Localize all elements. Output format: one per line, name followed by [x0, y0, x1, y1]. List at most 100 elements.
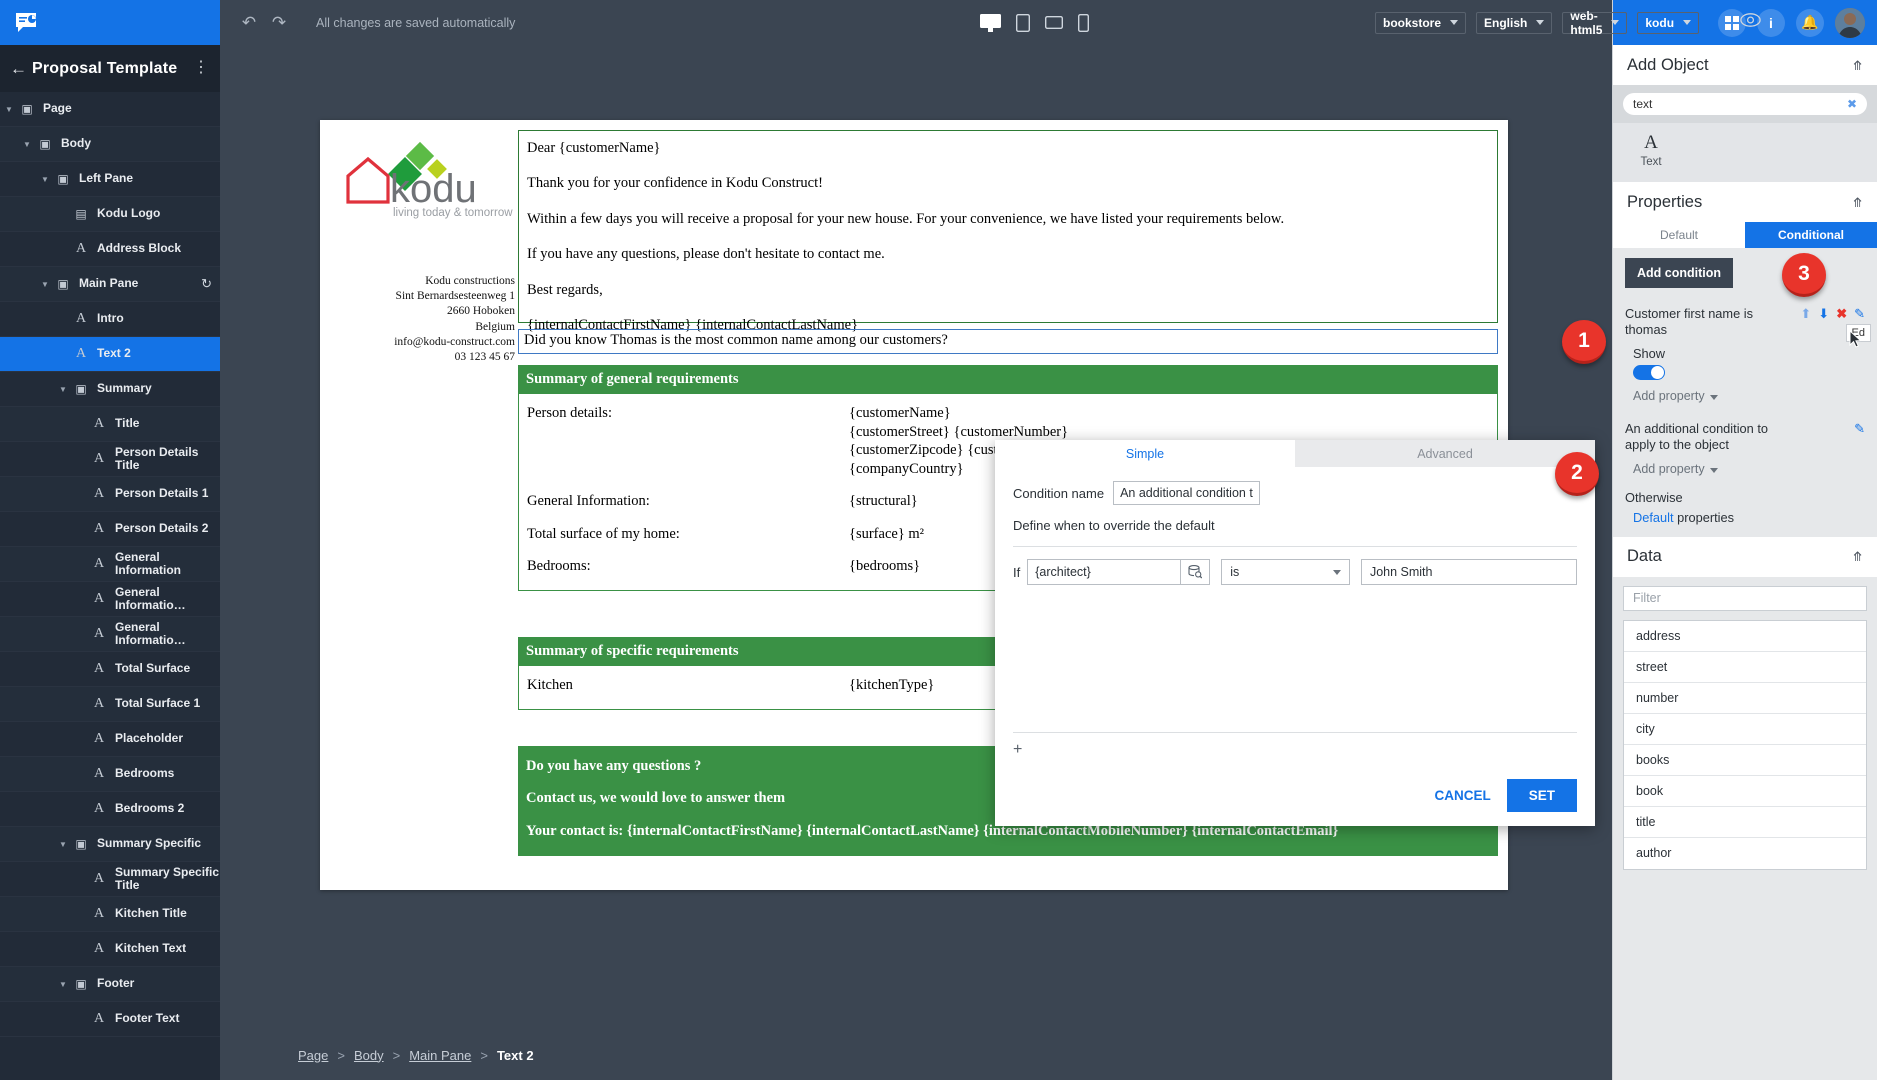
desktop-icon[interactable]: [980, 13, 1001, 32]
chevron-down-icon[interactable]: ▼: [18, 140, 36, 149]
add-property-2[interactable]: Add property: [1633, 462, 1865, 476]
collapse-icon[interactable]: ⤊: [1852, 550, 1863, 563]
text-object-icon[interactable]: A Text: [1623, 132, 1679, 168]
data-field-item[interactable]: books: [1624, 745, 1866, 776]
plus-icon[interactable]: +: [1013, 732, 1577, 759]
chevron-down-icon[interactable]: ▼: [36, 175, 54, 184]
move-down-icon[interactable]: ⬇: [1818, 306, 1829, 322]
delete-icon[interactable]: ✖: [1836, 306, 1847, 322]
undo-icon[interactable]: ↶: [234, 13, 264, 33]
tree-item-page[interactable]: ▼ ▣ Page: [0, 92, 220, 127]
tree-item-placeholder[interactable]: A Placeholder: [0, 722, 220, 757]
chevron-down-icon[interactable]: ▼: [0, 105, 18, 114]
tree-item-kodu-logo[interactable]: ▤ Kodu Logo: [0, 197, 220, 232]
add-property-1[interactable]: Add property: [1633, 389, 1865, 403]
chevron-down-icon[interactable]: ▼: [54, 840, 72, 849]
tree-item-label: Bedrooms 2: [115, 801, 185, 816]
add-condition-button[interactable]: Add condition: [1625, 258, 1734, 288]
condition-name-input[interactable]: An additional condition t: [1113, 481, 1260, 505]
compare-value-input[interactable]: John Smith: [1360, 559, 1577, 585]
tree-item-text-2[interactable]: A Text 2: [0, 337, 220, 372]
info-icon[interactable]: i: [1757, 8, 1785, 37]
breadcrumb-link[interactable]: Page: [298, 1048, 328, 1063]
tree-item-person-details-2[interactable]: A Person Details 2: [0, 512, 220, 547]
search-input[interactable]: text ✖: [1623, 93, 1867, 115]
show-toggle[interactable]: [1633, 364, 1665, 380]
data-field-item[interactable]: number: [1624, 683, 1866, 714]
app-logo[interactable]: [0, 0, 220, 45]
tree-item-summary-specific[interactable]: ▼ ▣ Summary Specific: [0, 827, 220, 862]
if-field-input[interactable]: {architect}: [1027, 559, 1182, 585]
tree-item-address-block[interactable]: A Address Block: [0, 232, 220, 267]
address-block[interactable]: Kodu constructions Sint Bernardsesteenweg…: [330, 274, 515, 365]
tab-default[interactable]: Default: [1613, 222, 1745, 248]
modal-tab-advanced[interactable]: Advanced: [1295, 440, 1595, 467]
modal-tab-simple[interactable]: Simple: [995, 440, 1295, 467]
data-field-item[interactable]: author: [1624, 838, 1866, 869]
tree-item-person-details-title[interactable]: A Person Details Title: [0, 442, 220, 477]
condition-editor-modal[interactable]: Simple Advanced Condition name An additi…: [995, 440, 1595, 826]
tablet-landscape-icon[interactable]: [1045, 16, 1063, 29]
brand-select[interactable]: kodu: [1637, 11, 1700, 34]
database-picker-icon[interactable]: [1181, 559, 1211, 585]
refresh-icon[interactable]: ↻: [201, 276, 212, 292]
edit-pencil-icon[interactable]: ✎: [1854, 421, 1865, 437]
data-field-item[interactable]: city: [1624, 714, 1866, 745]
notification-bell-icon[interactable]: 🔔: [1796, 8, 1824, 37]
data-field-item[interactable]: street: [1624, 652, 1866, 683]
more-vertical-icon[interactable]: ⋮: [192, 60, 210, 76]
tree-item-kitchen-text[interactable]: A Kitchen Text: [0, 932, 220, 967]
mobile-icon[interactable]: [1078, 13, 1089, 32]
language-select[interactable]: English: [1476, 11, 1553, 34]
text2-object[interactable]: Did you know Thomas is the most common n…: [518, 329, 1498, 354]
tree-item-bedrooms[interactable]: A Bedrooms: [0, 757, 220, 792]
chevron-down-icon[interactable]: ▼: [54, 980, 72, 989]
tree-item-title[interactable]: A Title: [0, 407, 220, 442]
tree-item-kitchen-title[interactable]: A Kitchen Title: [0, 897, 220, 932]
output-select[interactable]: web-html5: [1562, 9, 1628, 37]
tree-item-footer-text[interactable]: A Footer Text: [0, 1002, 220, 1037]
data-field-item[interactable]: book: [1624, 776, 1866, 807]
tree-item-person-details-1[interactable]: A Person Details 1: [0, 477, 220, 512]
tab-conditional[interactable]: Conditional: [1745, 222, 1877, 248]
tree-item-left-pane[interactable]: ▼ ▣ Left Pane: [0, 162, 220, 197]
project-select[interactable]: bookstore: [1375, 11, 1467, 34]
collapse-icon[interactable]: ⤊: [1852, 196, 1863, 209]
tree-item-general-information[interactable]: A General Information: [0, 547, 220, 582]
tree-item-bedrooms-2[interactable]: A Bedrooms 2: [0, 792, 220, 827]
tablet-portrait-icon[interactable]: [1016, 13, 1030, 32]
tree-item-summary-specific-title[interactable]: A Summary Specific Title: [0, 862, 220, 897]
tree-item-total-surface-1[interactable]: A Total Surface 1: [0, 687, 220, 722]
breadcrumb-link[interactable]: Main Pane: [409, 1048, 471, 1063]
set-button[interactable]: SET: [1506, 779, 1577, 812]
chevron-down-icon[interactable]: ▼: [54, 385, 72, 394]
callout-1: 1: [1562, 320, 1606, 364]
tree-item-intro[interactable]: A Intro: [0, 302, 220, 337]
clear-x-icon[interactable]: ✖: [1847, 97, 1857, 111]
tree-item-general-informatio[interactable]: A General Informatio…: [0, 582, 220, 617]
tree-item-general-informatio[interactable]: A General Informatio…: [0, 617, 220, 652]
move-up-icon[interactable]: ⬆: [1800, 306, 1811, 322]
operator-select[interactable]: is: [1221, 559, 1350, 585]
tree-item-body[interactable]: ▼ ▣ Body: [0, 127, 220, 162]
data-field-item[interactable]: title: [1624, 807, 1866, 838]
intro-text-object[interactable]: Dear {customerName} Thank you for your co…: [518, 130, 1498, 333]
summary-general-heading: Summary of general requirements: [518, 365, 1498, 394]
eye-icon[interactable]: [1740, 13, 1761, 32]
redo-icon[interactable]: ↷: [264, 13, 294, 33]
tree-item-summary[interactable]: ▼ ▣ Summary: [0, 372, 220, 407]
cancel-button[interactable]: CANCEL: [1434, 788, 1490, 803]
tree-item-footer[interactable]: ▼ ▣ Footer: [0, 967, 220, 1002]
avatar[interactable]: [1835, 7, 1865, 38]
chevron-down-icon[interactable]: ▼: [36, 280, 54, 289]
tree-item-total-surface[interactable]: A Total Surface: [0, 652, 220, 687]
data-filter-input[interactable]: Filter: [1623, 585, 1867, 611]
edit-pencil-icon[interactable]: ✎: [1854, 306, 1865, 322]
breadcrumb-link[interactable]: Body: [354, 1048, 384, 1063]
tree-item-main-pane[interactable]: ▼ ▣ Main Pane ↻: [0, 267, 220, 302]
collapse-icon[interactable]: ⤊: [1852, 59, 1863, 72]
data-field-item[interactable]: address: [1624, 621, 1866, 652]
back-arrow-icon[interactable]: ←: [10, 59, 32, 79]
kodu-logo-image[interactable]: kodu living today & tomorrow: [338, 140, 513, 222]
default-properties-link[interactable]: Default: [1633, 510, 1674, 525]
